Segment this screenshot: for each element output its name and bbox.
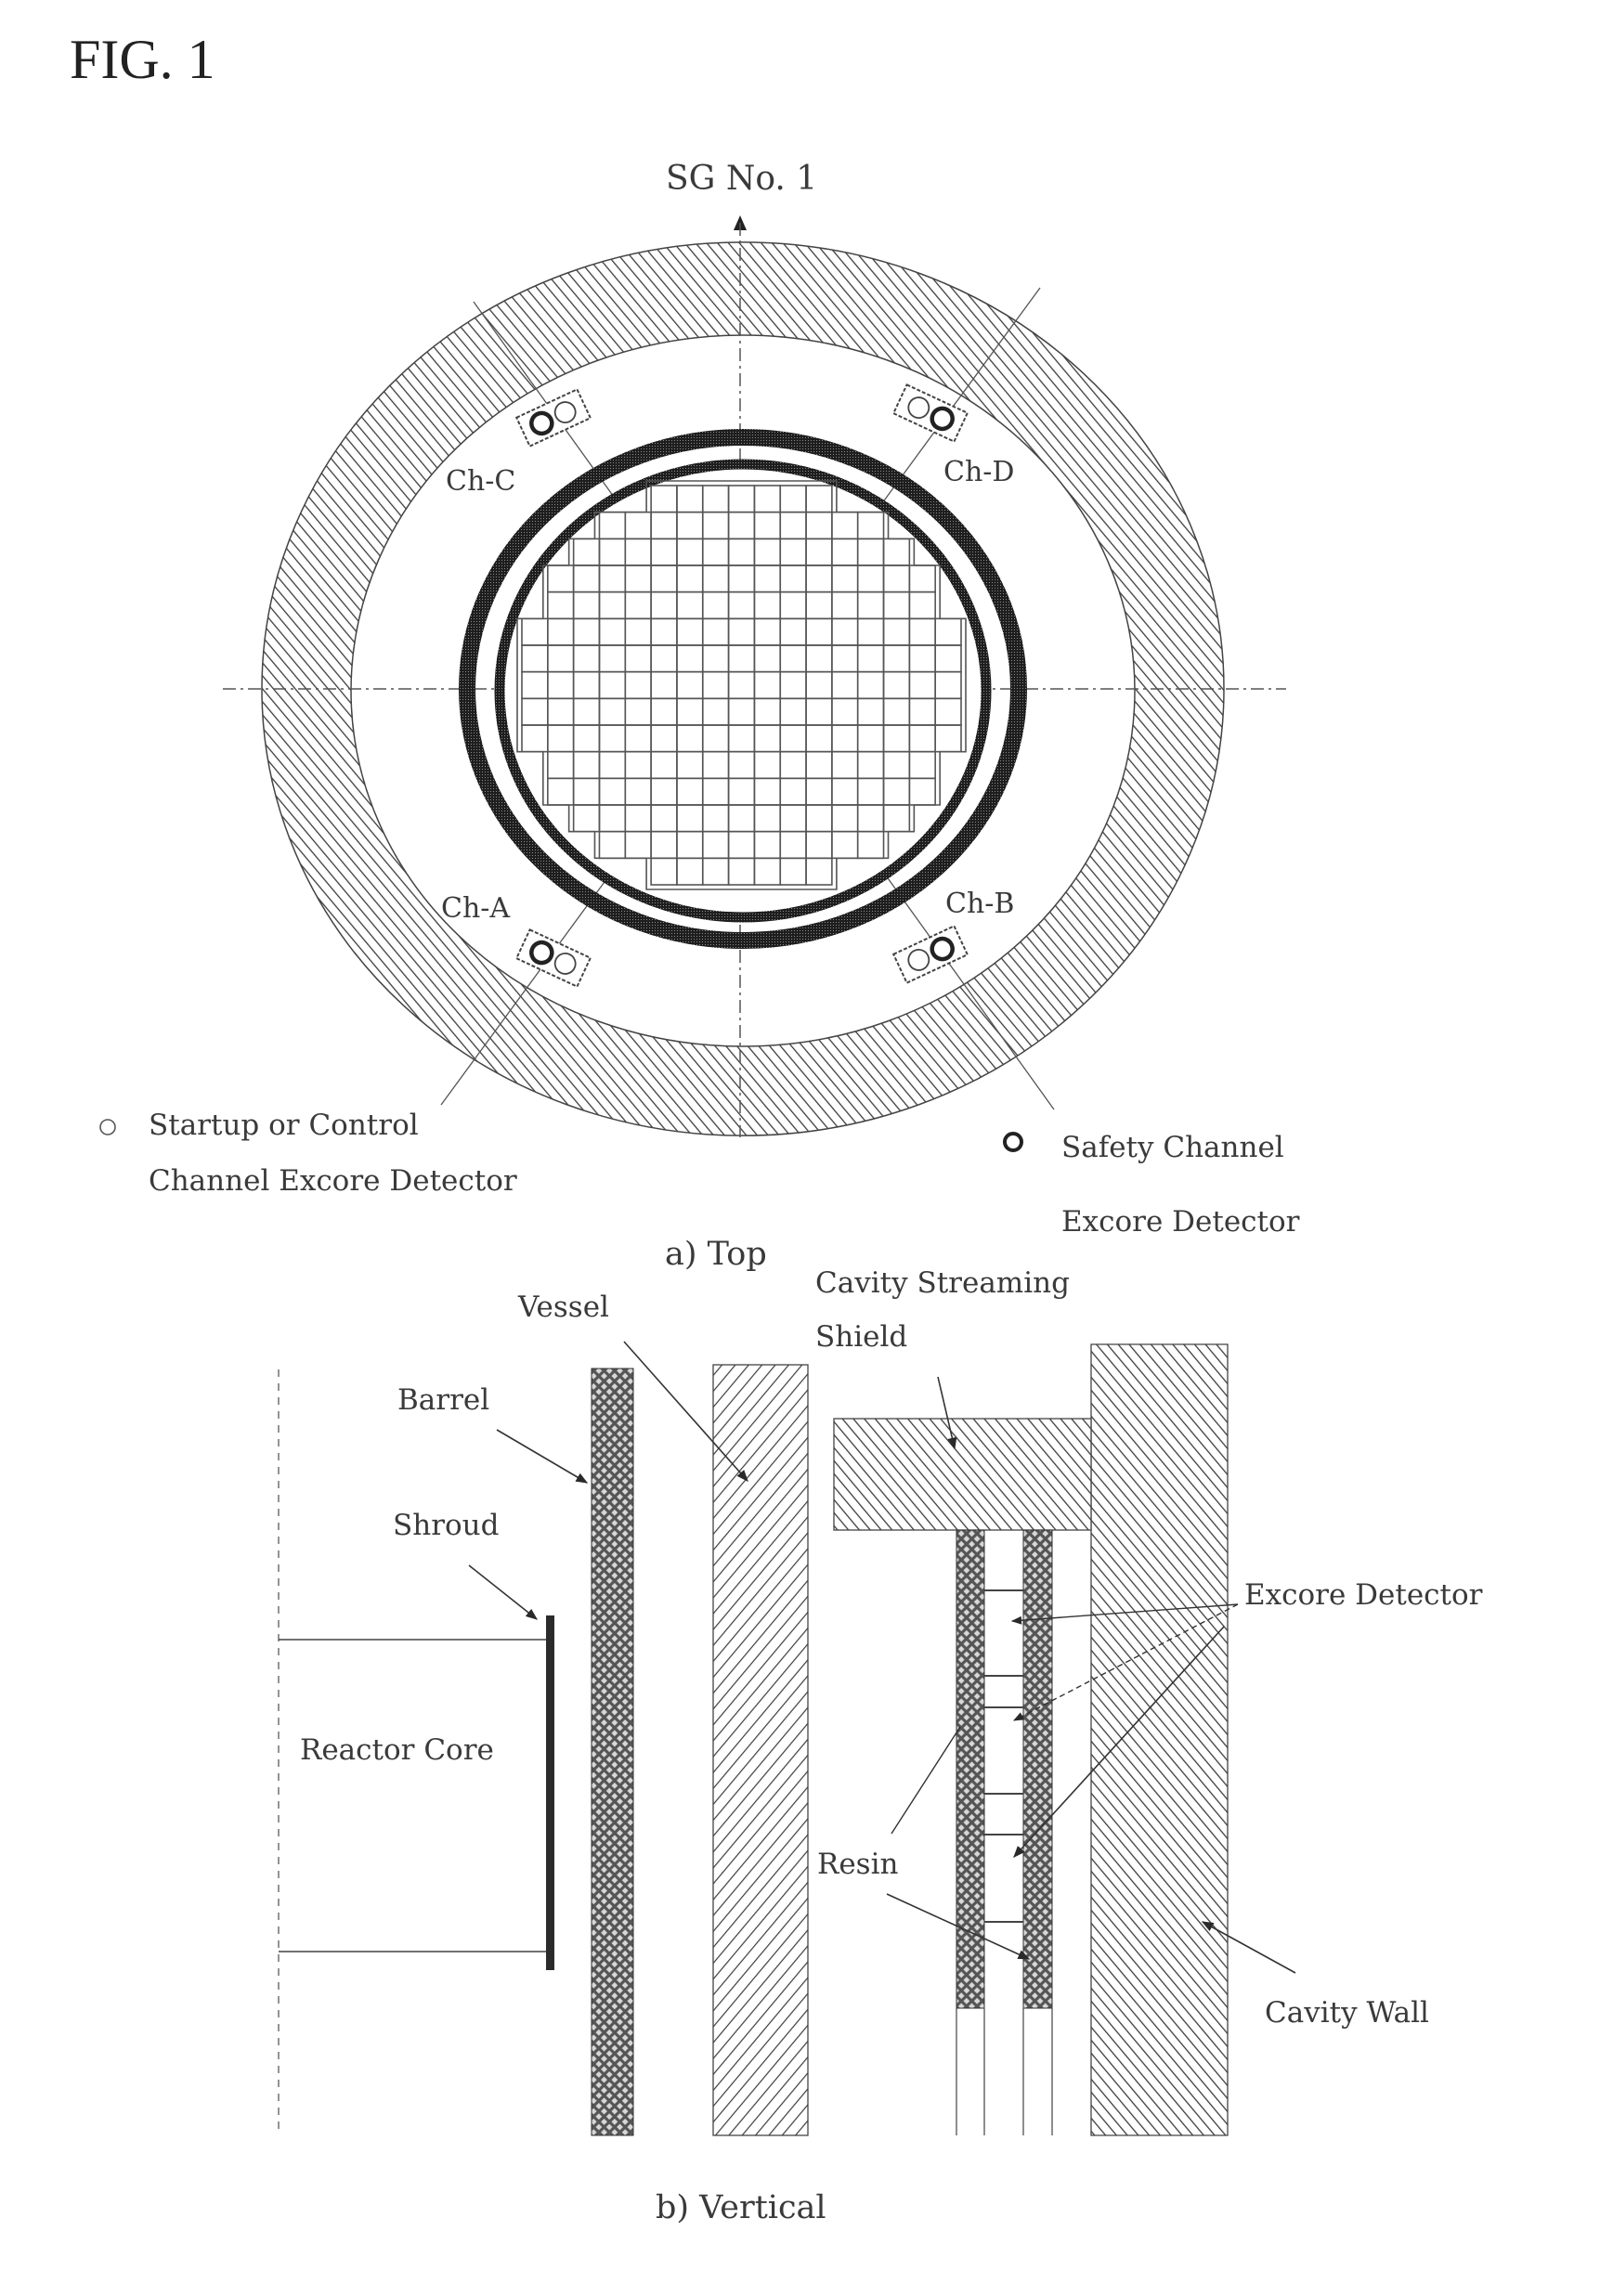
channel-label-b: Ch-B [945,888,1014,920]
vertical-view-caption: b) Vertical [656,2189,826,2226]
resin-label: Resin [817,1848,899,1881]
startup-detector-legend-icon [99,1119,116,1135]
excore-detector-label: Excore Detector [1244,1578,1483,1612]
detector-ch-a [514,928,592,988]
vertical-view: Vessel Cavity Streaming Shield Barrel Sh… [278,1266,1483,2226]
vessel-label: Vessel [517,1291,609,1324]
resin-column-right [1022,1529,1053,2009]
detector-rungs [984,1589,1023,1923]
shroud-label: Shroud [393,1509,500,1542]
detector-housing [514,928,592,988]
legend-startup-line1: Startup or Control [149,1109,419,1142]
cavity-wall [1090,1343,1229,2136]
resin-leader-line-1 [891,1726,961,1835]
shroud-leader-arrow [468,1564,539,1620]
figure-title: FIG. 1 [70,29,215,90]
detector-housing [514,388,592,448]
reactor-core-label: Reactor Core [300,1733,494,1767]
legend-safety-line2: Excore Detector [1061,1205,1300,1239]
cavity-streaming-label-line2: Shield [815,1320,907,1354]
channel-label-c: Ch-C [446,465,515,498]
legend-safety: Safety Channel Excore Detector [1003,1131,1300,1239]
safety-detector-legend-icon [1003,1132,1023,1152]
channel-label-d: Ch-D [943,456,1014,488]
barrel-label: Barrel [397,1383,489,1417]
barrel-wall [591,1368,634,2136]
sg-reference-label: SG No. 1 [666,160,817,198]
legend-startup-line2: Channel Excore Detector [149,1164,517,1198]
top-view-caption: a) Top [665,1236,767,1273]
shroud-plate [546,1615,554,1970]
legend-startup: Startup or Control Channel Excore Detect… [99,1109,517,1198]
barrel-leader-arrow [496,1429,589,1484]
cavity-wall-label: Cavity Wall [1265,1996,1429,2030]
patent-figure: FIG. 1 SG No. 1 Ch-C Ch-D Ch-A Ch-B Star… [70,29,1483,2226]
channel-label-a: Ch-A [441,892,510,925]
barrel-ring [494,459,992,923]
detector-ch-c [514,388,592,448]
cavity-streaming-shield [833,1418,1092,1531]
top-view: SG No. 1 Ch-C Ch-D Ch-A Ch-B Startup or … [99,160,1300,1273]
legend-safety-line1: Safety Channel [1061,1131,1284,1164]
cavity-streaming-label-line1: Cavity Streaming [815,1266,1070,1300]
vessel-wall [712,1364,809,2136]
